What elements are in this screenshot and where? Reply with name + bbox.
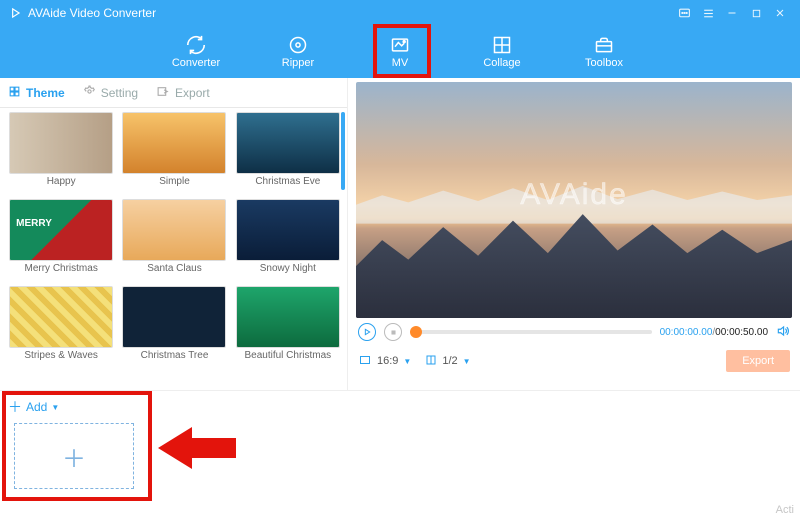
add-label: Add [26,400,47,414]
theme-item[interactable]: Stripes & Waves [6,286,116,370]
nav-label: Collage [483,57,520,69]
nav-label: Ripper [282,57,314,69]
page-selector[interactable]: 1/2 ▼ [425,354,470,369]
seek-bar[interactable] [410,330,652,334]
maximize-button[interactable] [744,3,768,23]
theme-item[interactable]: Happy [6,112,116,196]
theme-label: Christmas Tree [141,350,209,361]
bottom-panel: ＋ Add ▼ ＋ Acti [0,390,800,518]
tab-theme[interactable]: Theme [8,85,65,101]
left-tabs: Theme Setting Export [0,78,347,108]
aspect-icon [358,354,372,369]
feedback-icon[interactable] [672,3,696,23]
ripper-icon [288,35,308,55]
theme-scrollbar[interactable] [341,112,345,190]
chevron-down-icon: ▼ [51,403,59,412]
app-logo: AVAide Video Converter [8,6,156,20]
tab-export[interactable]: Export [156,85,210,101]
left-panel: Theme Setting Export Happy Simple Christma… [0,78,348,390]
watermark-text: Acti [776,504,794,516]
theme-thumbnail [236,286,340,348]
aspect-selector[interactable]: 16:9 ▼ [358,354,411,369]
main-nav: Converter Ripper MV Collage Toolbox [0,26,800,78]
theme-item[interactable]: Merry Christmas [6,199,116,283]
theme-item[interactable]: Beautiful Christmas [233,286,343,370]
theme-item[interactable]: Simple [119,112,229,196]
tab-setting[interactable]: Setting [83,85,138,101]
plus-icon: ＋ [62,439,86,474]
close-button[interactable] [768,3,792,23]
player-bar: 00:00:00.00/00:00:50.00 [348,318,800,346]
theme-thumbnail [9,112,113,174]
time-duration: 00:00:50.00 [715,327,768,338]
nav-converter[interactable]: Converter [169,35,223,69]
time-elapsed: 00:00:00.00 [660,327,713,338]
gear-icon [83,85,96,101]
export-icon [156,85,170,101]
theme-icon [8,85,21,101]
app-title: AVAide Video Converter [28,6,156,20]
theme-item[interactable]: Santa Claus [119,199,229,283]
theme-thumbnail [236,112,340,174]
annotation-arrow [158,421,238,475]
options-bar: 16:9 ▼ 1/2 ▼ Export [348,346,800,376]
minimize-button[interactable] [720,3,744,23]
stop-button[interactable] [384,323,402,341]
theme-item[interactable]: Christmas Tree [119,286,229,370]
theme-thumbnail [122,112,226,174]
nav-toolbox[interactable]: Toolbox [577,35,631,69]
aspect-value: 16:9 [377,355,398,367]
theme-label: Beautiful Christmas [244,350,331,361]
menu-icon[interactable] [696,3,720,23]
nav-collage[interactable]: Collage [475,35,529,69]
theme-label: Snowy Night [260,263,316,274]
play-button[interactable] [358,323,376,341]
preview-area: AVAide [356,82,792,318]
add-button[interactable]: ＋ Add ▼ [8,397,59,417]
theme-area: Happy Simple Christmas Eve Merry Christmas S… [0,108,347,390]
theme-thumbnail [122,199,226,261]
chevron-down-icon: ▼ [403,357,411,366]
nav-label: Toolbox [585,57,623,69]
theme-thumbnail [9,199,113,261]
nav-label: Converter [172,57,220,69]
page-value: 1/2 [442,355,457,367]
tab-label: Export [175,86,210,100]
theme-thumbnail [122,286,226,348]
theme-label: Merry Christmas [24,263,97,274]
tab-label: Theme [26,86,65,100]
toolbox-icon [594,35,614,55]
theme-label: Simple [159,176,190,187]
export-button[interactable]: Export [726,350,790,372]
theme-label: Stripes & Waves [24,350,98,361]
right-panel: AVAide 00:00:00.00/00:00:50.00 16:9 ▼ 1/… [348,78,800,390]
nav-mv[interactable]: MV [373,35,427,69]
page-icon [425,354,437,369]
theme-label: Happy [47,176,76,187]
volume-icon[interactable] [776,324,790,341]
theme-item[interactable]: Christmas Eve [233,112,343,196]
theme-item[interactable]: Snowy Night [233,199,343,283]
theme-thumbnail [236,199,340,261]
tab-label: Setting [101,86,138,100]
theme-thumbnail [9,286,113,348]
nav-label: MV [392,57,409,69]
chevron-down-icon: ▼ [463,357,471,366]
plus-icon: ＋ [8,397,22,417]
add-media-slot[interactable]: ＋ [14,423,134,489]
collage-icon [492,35,512,55]
theme-label: Santa Claus [147,263,201,274]
preview-brand: AVAide [520,178,628,212]
nav-ripper[interactable]: Ripper [271,35,325,69]
title-bar: AVAide Video Converter [0,0,800,26]
theme-label: Christmas Eve [255,176,320,187]
time-display: 00:00:00.00/00:00:50.00 [660,327,768,338]
seek-knob[interactable] [410,326,422,338]
mv-icon [389,35,411,55]
converter-icon [185,35,207,55]
